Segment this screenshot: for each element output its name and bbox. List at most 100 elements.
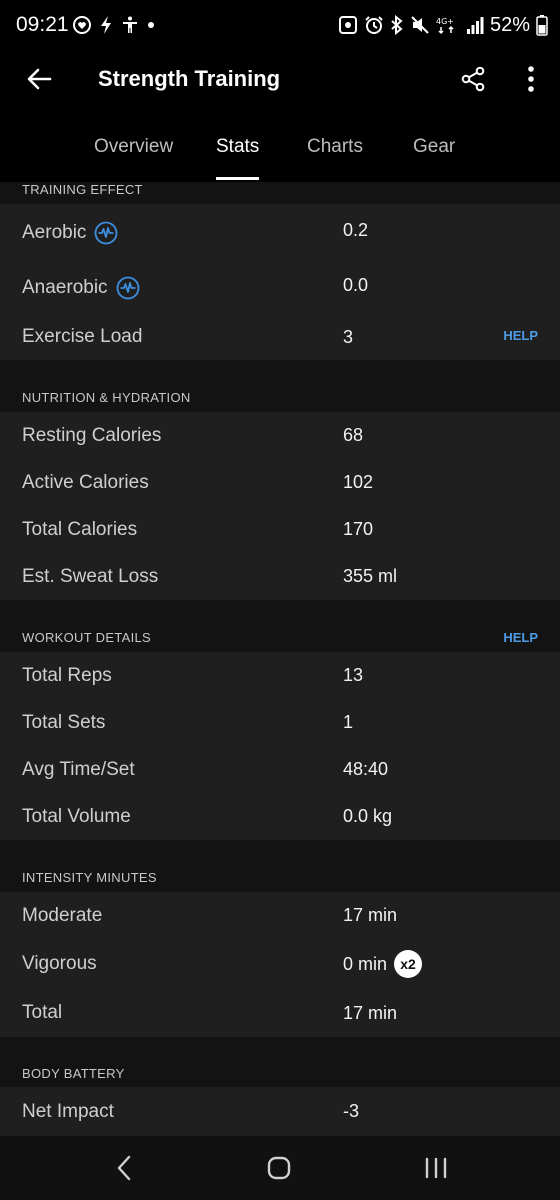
section-title: BODY BATTERY [22, 1066, 125, 1081]
stat-row-active-calories: Active Calories 102 [0, 459, 560, 506]
share-button[interactable] [456, 62, 490, 96]
accessibility-icon [123, 16, 137, 33]
stat-row-resting-calories: Resting Calories 68 [0, 412, 560, 459]
system-nav-bar [0, 1136, 560, 1200]
stat-label: Avg Time/Set [22, 759, 135, 780]
stat-label: Total Calories [22, 519, 138, 540]
dot-icon [148, 22, 154, 28]
stats-content[interactable]: TRAINING EFFECT Aerobic 0.2 Anaerobic 0.… [0, 182, 560, 1136]
stat-value: 13 [343, 665, 364, 685]
heart-circle-icon [73, 16, 91, 34]
battery-icon [536, 15, 548, 36]
section-header-nutrition: NUTRITION & HYDRATION [0, 360, 560, 412]
more-vertical-icon [528, 66, 534, 92]
stat-row-sweat-loss: Est. Sweat Loss 355 ml [0, 553, 560, 600]
nav-home-button[interactable] [259, 1152, 299, 1184]
stat-label: Net Impact [22, 1101, 114, 1122]
status-left-icons [72, 14, 156, 36]
back-button[interactable] [22, 62, 56, 96]
stat-row-avg-time-set: Avg Time/Set 48:40 [0, 746, 560, 793]
stat-row-aerobic: Aerobic 0.2 [0, 207, 560, 259]
stat-value: 355 ml [343, 566, 398, 586]
stat-value: 0.0 [343, 275, 369, 295]
battery-percent: 52% [489, 13, 530, 36]
stat-label: Anaerobic [22, 262, 140, 314]
section-body-battery: Net Impact -3 [0, 1087, 560, 1136]
stat-row-total-volume: Total Volume 0.0 kg [0, 793, 560, 840]
section-nutrition: Resting Calories 68 Active Calories 102 … [0, 412, 560, 600]
stat-row-total-calories: Total Calories 170 [0, 506, 560, 553]
chevron-left-icon [117, 1155, 131, 1181]
exercise-load-help-link[interactable]: HELP [503, 328, 538, 343]
recents-icon [425, 1157, 447, 1179]
stat-value: 68 [343, 425, 364, 445]
stat-label: Total Reps [22, 665, 112, 686]
stat-row-vigorous: Vigorous 0 min x2 [0, 939, 560, 989]
stat-label: Active Calories [22, 472, 149, 493]
multiplier-badge: x2 [394, 950, 423, 978]
stat-label-text: Anaerobic [22, 277, 108, 298]
stat-value: -3 [343, 1101, 360, 1121]
section-title: INTENSITY MINUTES [22, 870, 157, 885]
tab-charts[interactable]: Charts [307, 136, 363, 180]
workout-details-help-link[interactable]: HELP [503, 630, 538, 645]
stat-label: Vigorous [22, 953, 97, 974]
tab-bar: Overview Stats Charts Gear [0, 126, 560, 182]
alarm-icon [365, 16, 383, 34]
stat-row-moderate: Moderate 17 min [0, 892, 560, 939]
stat-value: 0.0 kg [343, 806, 393, 826]
app-bar: Strength Training [0, 52, 560, 126]
status-bar: 09:21 4G+ 52% [0, 0, 560, 52]
stat-value-text: 0 min [343, 954, 388, 974]
stat-label: Total [22, 1002, 63, 1023]
section-header-body-battery: BODY BATTERY [0, 1037, 560, 1087]
training-effect-icon[interactable] [94, 221, 118, 245]
nav-recents-button[interactable] [416, 1152, 456, 1184]
training-effect-icon[interactable] [116, 276, 140, 300]
tab-overview[interactable]: Overview [94, 136, 173, 180]
stat-label: Exercise Load [22, 326, 143, 347]
stat-label: Aerobic [22, 207, 118, 259]
stat-label: Resting Calories [22, 425, 162, 446]
stat-label-text: Aerobic [22, 222, 87, 243]
stat-value: 17 min [343, 905, 398, 925]
section-training-effect: Aerobic 0.2 Anaerobic 0.0 Exercise Load … [0, 204, 560, 360]
stat-value: 1 [343, 712, 354, 732]
section-header-workout-details: WORKOUT DETAILS HELP [0, 600, 560, 652]
stat-value: 3 [343, 327, 354, 347]
page-title: Strength Training [98, 66, 281, 91]
recycle-notification-icon [338, 16, 357, 34]
stat-value: 0.2 [343, 220, 369, 240]
stat-value: 17 min [343, 1003, 398, 1023]
stat-label: Total Volume [22, 806, 131, 827]
section-header-intensity-minutes: INTENSITY MINUTES [0, 840, 560, 892]
more-options-button[interactable] [514, 62, 548, 96]
stat-row-total-reps: Total Reps 13 [0, 652, 560, 699]
stat-value: 48:40 [343, 759, 389, 779]
bolt-icon [101, 16, 111, 34]
nav-back-button[interactable] [104, 1152, 144, 1184]
stat-row-exercise-load: Exercise Load 3 HELP [0, 314, 560, 360]
stat-row-intensity-total: Total 17 min [0, 989, 560, 1037]
bluetooth-icon [391, 15, 403, 35]
section-title: TRAINING EFFECT [22, 182, 143, 197]
mute-icon [411, 16, 429, 34]
stat-row-net-impact: Net Impact -3 [0, 1087, 560, 1136]
stat-label: Est. Sweat Loss [22, 566, 159, 587]
status-time: 09:21 [16, 13, 69, 36]
stat-row-anaerobic: Anaerobic 0.0 [0, 262, 560, 314]
stat-row-total-sets: Total Sets 1 [0, 699, 560, 746]
status-right-icons: 4G+ 52% [338, 12, 548, 38]
home-icon [267, 1156, 291, 1180]
stat-value: 170 [343, 519, 374, 539]
tab-stats[interactable]: Stats [216, 136, 260, 180]
signal-icon [466, 17, 484, 34]
svg-text:4G+: 4G+ [436, 17, 454, 26]
section-intensity-minutes: Moderate 17 min Vigorous 0 min x2 Total … [0, 892, 560, 1037]
section-title: WORKOUT DETAILS [22, 630, 151, 645]
stat-value: 102 [343, 472, 374, 492]
stat-label: Total Sets [22, 712, 106, 733]
stat-label: Moderate [22, 905, 103, 926]
share-icon [461, 66, 485, 92]
tab-gear[interactable]: Gear [413, 136, 455, 180]
